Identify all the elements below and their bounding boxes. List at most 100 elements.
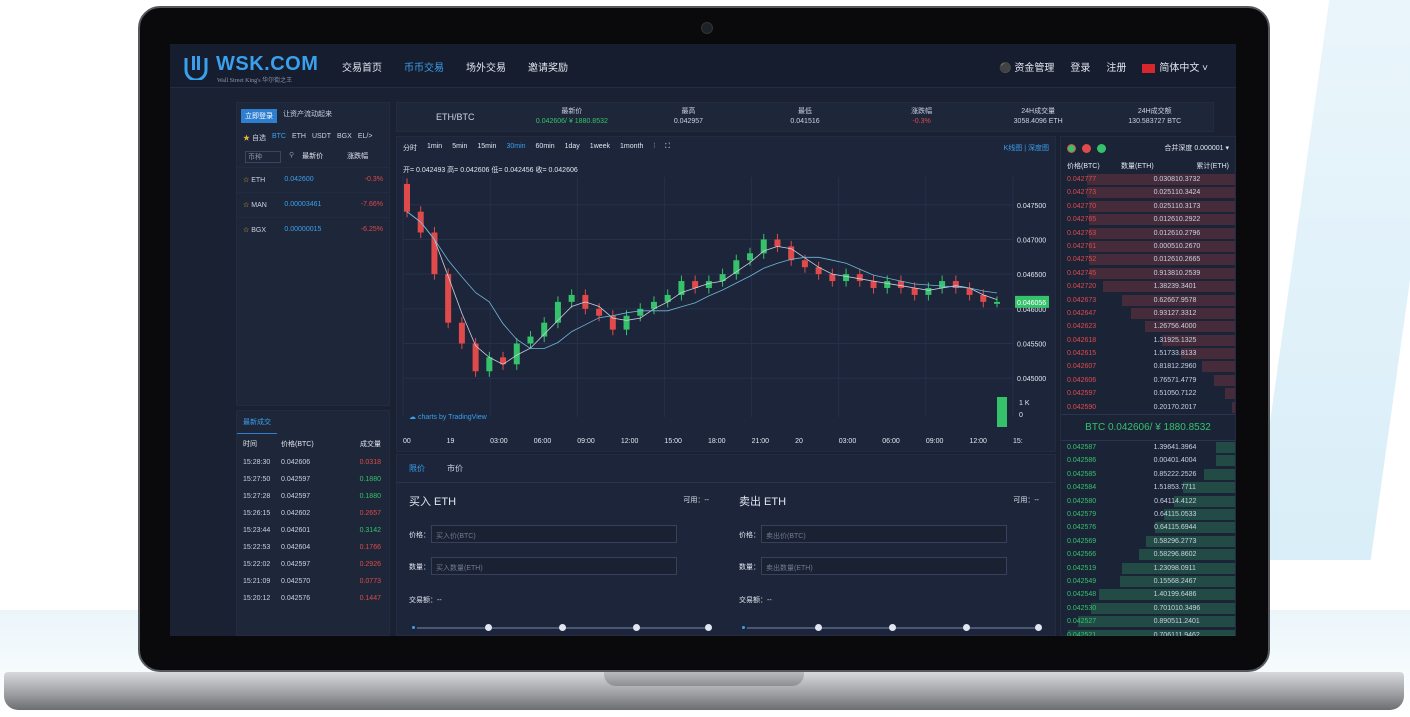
register-link[interactable]: 注册: [1106, 59, 1126, 74]
asks-row[interactable]: 0.042770 0.0251 10.3173: [1061, 200, 1235, 213]
asks-row[interactable]: 0.042615 1.5173 3.8133: [1061, 347, 1235, 360]
slider-step[interactable]: [633, 624, 640, 631]
asks-row[interactable]: 0.042745 0.9138 10.2539: [1061, 267, 1235, 280]
asks-row[interactable]: 0.042607 0.8181 2.2960: [1061, 360, 1235, 373]
asks-row[interactable]: 0.042720 1.3823 9.3401: [1061, 280, 1235, 293]
tab-eth[interactable]: ETH: [292, 133, 306, 143]
slider-step[interactable]: [1035, 624, 1042, 631]
bids-row[interactable]: 0.042586 0.0040 1.4004: [1061, 454, 1235, 467]
app-screen: WSK.COM Wall Street King's 华尔街之王 交易首页 币币…: [170, 44, 1236, 636]
slider-step[interactable]: [889, 624, 896, 631]
asks-row[interactable]: 0.042590 0.2017 0.2017: [1061, 401, 1235, 414]
kline-chart[interactable]: 0.0475000.0470000.0465000.0460000.045500…: [397, 137, 1057, 453]
volume-scroll-handle[interactable]: [997, 397, 1007, 427]
buy-price-input[interactable]: 买入价(BTC): [431, 525, 677, 543]
star-outline-icon[interactable]: ☆: [243, 177, 251, 184]
asks-row[interactable]: 0.042761 0.0005 10.2670: [1061, 240, 1235, 253]
y-tick-label: 0.047000: [1017, 237, 1046, 244]
slider-handle[interactable]: [740, 624, 747, 631]
sell-percent-slider[interactable]: [740, 624, 1042, 631]
slider-step[interactable]: [485, 624, 492, 631]
logo-text[interactable]: WSK.COM: [216, 53, 318, 76]
language-select[interactable]: 简体中文 ˅: [1142, 59, 1208, 74]
market-row[interactable]: ☆ ETH 0.042600 -0.3%: [237, 167, 389, 192]
tab-bgx[interactable]: BGX: [337, 133, 352, 143]
slider-step[interactable]: [559, 624, 566, 631]
buy-percent-slider[interactable]: [410, 624, 712, 631]
bids-row[interactable]: 0.042527 0.8905 11.2401: [1061, 615, 1235, 628]
slider-handle[interactable]: [410, 624, 417, 631]
login-link[interactable]: 登录: [1070, 59, 1090, 74]
asks-row[interactable]: 0.042623 1.2675 6.4000: [1061, 320, 1235, 333]
nav-spot[interactable]: 币币交易: [404, 59, 444, 74]
sell-price-label: 价格：: [739, 532, 760, 539]
bids-row[interactable]: 0.042569 0.5829 6.2773: [1061, 535, 1235, 548]
asks-price: 0.042745: [1067, 269, 1097, 277]
nav-invite[interactable]: 邀请奖励: [528, 59, 568, 74]
asks-row[interactable]: 0.042673 0.6266 7.9578: [1061, 294, 1235, 307]
asks-row[interactable]: 0.042773 0.0251 10.3424: [1061, 186, 1235, 199]
bids-row[interactable]: 0.042579 0.6411 5.0533: [1061, 508, 1235, 521]
asks-row[interactable]: 0.042763 0.0126 10.2796: [1061, 227, 1235, 240]
camera-icon: [701, 22, 713, 34]
nav-home[interactable]: 交易首页: [342, 59, 382, 74]
book-mode-all-icon[interactable]: [1067, 143, 1076, 153]
bids-row[interactable]: 0.042585 0.8522 2.2526: [1061, 468, 1235, 481]
star-outline-icon[interactable]: ☆: [243, 202, 251, 209]
trades-title[interactable]: 最新成交: [237, 411, 277, 434]
sort-price-header[interactable]: 最新价: [302, 151, 323, 163]
bids-row[interactable]: 0.042548 1.4019 9.6486: [1061, 588, 1235, 601]
bids-total: 11.2401: [1175, 618, 1200, 626]
tab-el[interactable]: EL/>: [358, 133, 373, 143]
bids-row[interactable]: 0.042549 0.1556 8.2467: [1061, 575, 1235, 588]
asks-row[interactable]: 0.042606 0.7657 1.4779: [1061, 374, 1235, 387]
tab-market[interactable]: 市价: [447, 463, 463, 474]
slider-step[interactable]: [963, 624, 970, 631]
asks-row[interactable]: 0.042777 0.0308 10.3732: [1061, 173, 1235, 186]
login-now-button[interactable]: 立即登录: [241, 109, 277, 123]
asks-row[interactable]: 0.042597 0.5105 0.7122: [1061, 387, 1235, 400]
bids-row[interactable]: 0.042587 1.3964 1.3964: [1061, 441, 1235, 454]
asks-row[interactable]: 0.042618 1.3192 5.1325: [1061, 334, 1235, 347]
trade-vol: 0.0773: [359, 578, 381, 585]
tab-usdt[interactable]: USDT: [312, 133, 331, 143]
book-mode-asks-icon[interactable]: [1082, 143, 1091, 153]
asks-row[interactable]: 0.042765 0.0126 10.2922: [1061, 213, 1235, 226]
tradingview-credit[interactable]: ☁ charts by TradingView: [409, 413, 487, 421]
sort-change-header[interactable]: 涨跌幅: [347, 151, 368, 163]
book-mode-bids-icon[interactable]: [1097, 143, 1106, 153]
kline-chart-panel: 分时 1min 5min 15min 30min 60min 1day 1week 1month…: [396, 136, 1056, 452]
depth-select[interactable]: 合并深度 0.000001 ▾: [1164, 143, 1229, 153]
trade-row: 15:28:30 0.042606 0.0318: [237, 454, 389, 471]
buy-amount: 交易额：--: [409, 597, 442, 604]
asks-price: 0.042623: [1067, 323, 1097, 331]
search-icon[interactable]: ⚲: [289, 151, 294, 163]
trade-price: 0.042597: [281, 561, 311, 568]
tab-favorites[interactable]: ★ 自选: [243, 133, 266, 143]
trade-row: 15:22:53 0.042604 0.1766: [237, 539, 389, 556]
nav-otc[interactable]: 场外交易: [466, 59, 506, 74]
asks-qty: 1.2675: [1153, 323, 1175, 331]
bids-row[interactable]: 0.042530 0.7010 10.3496: [1061, 602, 1235, 615]
bids-row[interactable]: 0.042576 0.6411 5.6944: [1061, 521, 1235, 534]
bids-row[interactable]: 0.042519 1.2309 8.0911: [1061, 562, 1235, 575]
market-row[interactable]: ☆ BGX 0.00000015 -6.25%: [237, 217, 389, 242]
market-row[interactable]: ☆ MAN 0.00003461 -7.66%: [237, 192, 389, 217]
sell-qty-input[interactable]: 卖出数量(ETH): [761, 557, 1007, 575]
asks-row[interactable]: 0.042647 0.9312 7.3312: [1061, 307, 1235, 320]
sell-price-input[interactable]: 卖出价(BTC): [761, 525, 1007, 543]
star-outline-icon[interactable]: ☆: [243, 227, 251, 234]
bids-row[interactable]: 0.042566 0.5829 6.8602: [1061, 548, 1235, 561]
slider-step[interactable]: [815, 624, 822, 631]
bids-row[interactable]: 0.042584 1.5185 3.7711: [1061, 481, 1235, 494]
tab-limit[interactable]: 限价: [409, 463, 425, 474]
asset-management-link[interactable]: ⚫ 资金管理: [999, 59, 1054, 74]
bids-row[interactable]: 0.042580 0.6411 4.4122: [1061, 495, 1235, 508]
buy-qty-input[interactable]: 买入数量(ETH): [431, 557, 677, 575]
coin-search-input[interactable]: 币种: [245, 151, 281, 163]
trade-time: 15:22:53: [243, 544, 271, 551]
asks-row[interactable]: 0.042752 0.0126 10.2665: [1061, 253, 1235, 266]
slider-step[interactable]: [705, 624, 712, 631]
bids-row[interactable]: 0.042521 0.7061 11.9462: [1061, 629, 1235, 636]
tab-btc[interactable]: BTC: [272, 133, 286, 143]
